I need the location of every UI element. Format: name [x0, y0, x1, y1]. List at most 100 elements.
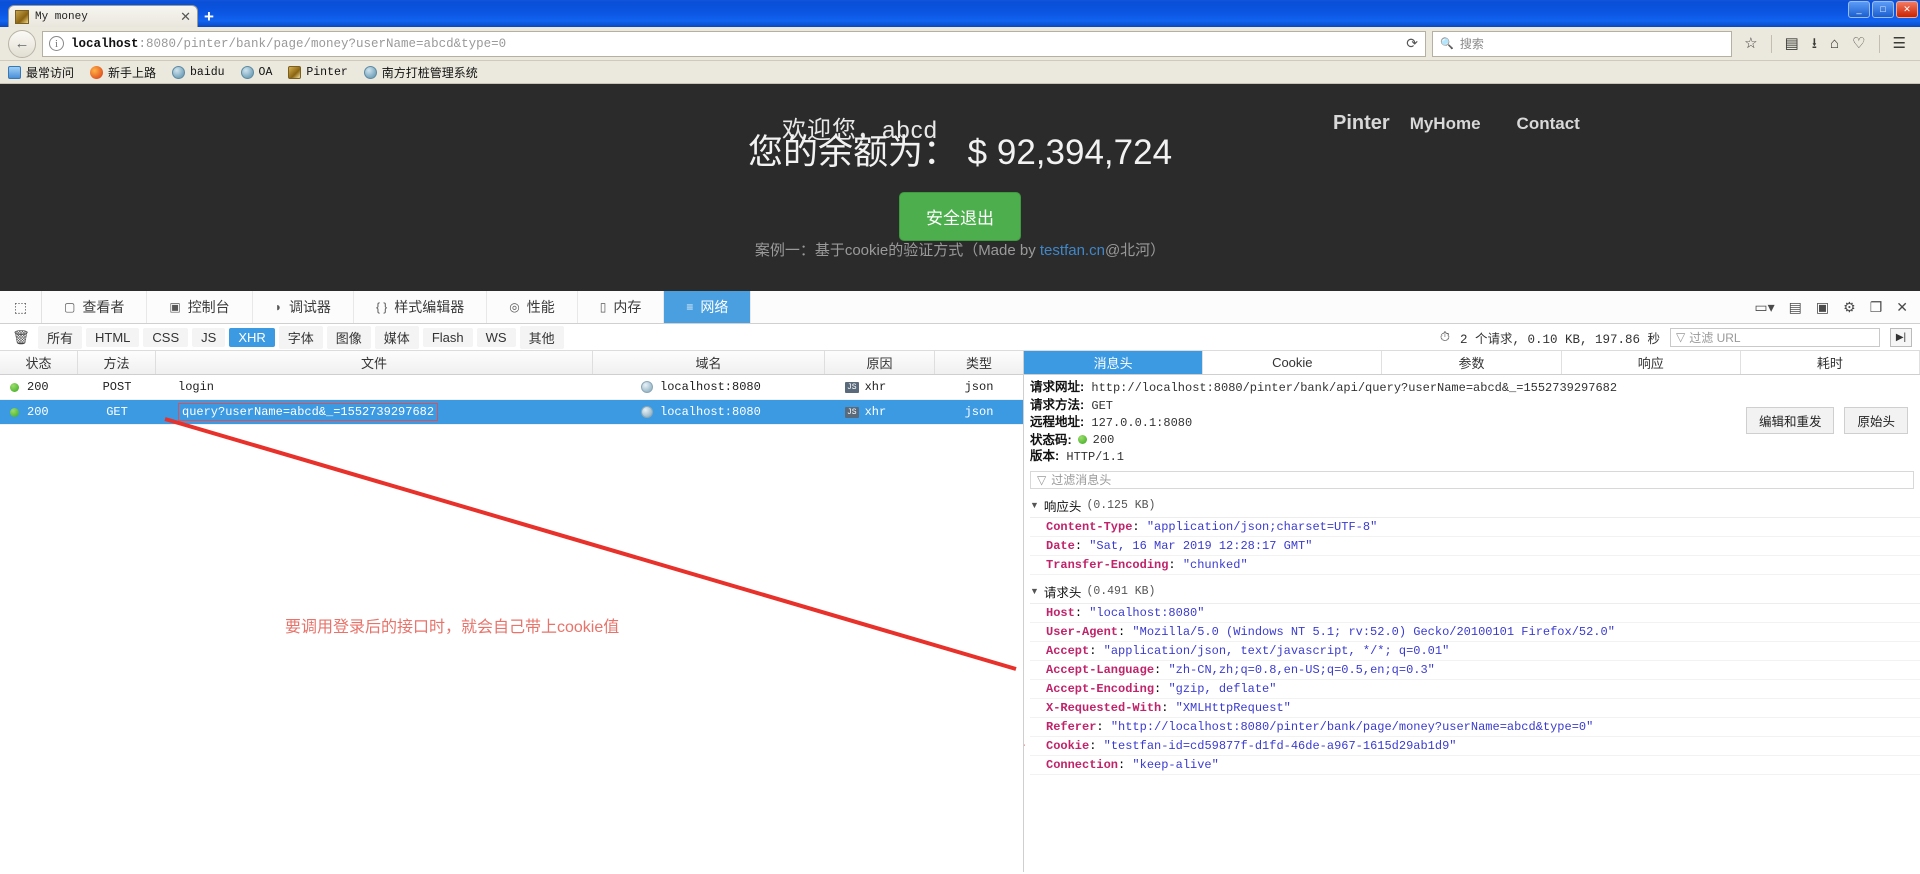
funnel-icon: ▽ — [1676, 330, 1686, 344]
browser-tab[interactable]: My money ✕ — [8, 5, 198, 27]
dock-side-icon[interactable]: ❐ — [1870, 299, 1883, 316]
detail-tab-timings[interactable]: 耗时 — [1741, 351, 1920, 374]
column-header-domain[interactable]: 域名 — [593, 351, 825, 374]
clear-requests-icon[interactable]: 🗑 — [8, 329, 34, 346]
filter-js[interactable]: JS — [192, 327, 226, 347]
row-file: login — [156, 375, 593, 399]
filter-ws[interactable]: WS — [476, 327, 516, 347]
table-row[interactable]: 200 GET query?userName=abcd&_=1552739297… — [0, 400, 1023, 425]
filter-headers-input[interactable]: ▽ 过滤消息头 — [1030, 470, 1914, 489]
pocket-icon[interactable]: ♡ — [1852, 36, 1865, 51]
raw-headers-button[interactable]: 原始头 — [1844, 407, 1908, 434]
devtools-tab-network[interactable]: ≡ 网络 — [664, 291, 752, 323]
filter-media[interactable]: 媒体 — [374, 325, 419, 349]
footer-prefix: 案例一：基于cookie的验证方式（Made by — [754, 242, 1040, 259]
devtools-tab-console[interactable]: ▣ 控制台 — [147, 291, 253, 323]
menu-icon[interactable]: ☰ — [1893, 36, 1906, 51]
detail-tab-headers[interactable]: 消息头 — [1024, 351, 1204, 374]
filter-image[interactable]: 图像 — [326, 325, 371, 349]
node-picker-icon[interactable]: ⬚ — [0, 291, 42, 323]
reload-icon[interactable]: ⟳ — [1403, 35, 1421, 53]
devtools-tab-style-editor[interactable]: { } 样式编辑器 — [354, 291, 488, 323]
console-icon: ▣ — [169, 300, 181, 314]
logout-button[interactable]: 安全退出 — [899, 192, 1021, 241]
bookmark-item[interactable]: baidu — [172, 65, 225, 79]
devtools-tab-memory[interactable]: ▯ 内存 — [578, 291, 665, 323]
minimize-button[interactable]: _ — [1848, 1, 1870, 18]
column-header-file[interactable]: 文件 — [156, 351, 593, 374]
url-filter-input[interactable]: ▽ 过滤 URL — [1670, 327, 1880, 347]
split-console-icon[interactable]: ▤ — [1789, 299, 1802, 316]
header-row: X-Requested-With: "XMLHttpRequest" — [1030, 699, 1920, 718]
new-tab-button[interactable]: + — [204, 8, 214, 25]
bookmark-item[interactable]: 新手上路 — [90, 64, 156, 81]
downloads-icon[interactable]: ⭳ — [1812, 36, 1817, 51]
column-header-cause[interactable]: 原因 — [825, 351, 935, 374]
filter-flash[interactable]: Flash — [422, 327, 473, 347]
detail-tab-response[interactable]: 响应 — [1562, 351, 1741, 374]
filter-other[interactable]: 其他 — [519, 325, 564, 349]
bookmark-item[interactable]: Pinter — [288, 65, 348, 79]
persist-logs-icon[interactable]: ▶| — [1890, 327, 1912, 347]
filter-font[interactable]: 字体 — [278, 325, 323, 349]
network-summary-area: ⏱ 2 个请求, 0.10 KB, 197.86 秒 ▽ 过滤 URL ▶| — [1439, 327, 1920, 347]
site-info-icon[interactable]: i — [49, 36, 64, 51]
responsive-design-icon[interactable]: ▭▾ — [1754, 299, 1774, 316]
globe-icon — [363, 65, 377, 79]
devtools-tab-performance[interactable]: ◎ 性能 — [487, 291, 578, 323]
detail-tab-cookies[interactable]: Cookie — [1203, 351, 1383, 374]
table-row[interactable]: 200 POST login localhost:8080 JS xhr json — [0, 375, 1023, 400]
column-header-method[interactable]: 方法 — [78, 351, 156, 374]
star-icon[interactable]: ☆ — [1744, 36, 1757, 51]
value: 200 — [1092, 432, 1115, 447]
footer-link[interactable]: testfan.cn — [1040, 242, 1105, 259]
header-name: User-Agent — [1046, 624, 1119, 639]
address-bar[interactable]: i localhost:8080/pinter/bank/page/money?… — [42, 30, 1427, 57]
colon: : — [1161, 700, 1176, 715]
bookmark-item[interactable]: 南方打桩管理系统 — [363, 64, 478, 81]
toolbar-divider — [1770, 34, 1772, 53]
dock-bottom-icon[interactable]: ▣ — [1816, 299, 1829, 316]
devtools-tab-inspector[interactable]: ▢ 查看者 — [42, 291, 148, 323]
search-placeholder: 搜索 — [1459, 37, 1484, 51]
inspector-icon: ▢ — [64, 300, 76, 314]
edit-and-resend-button[interactable]: 编辑和重发 — [1745, 407, 1835, 434]
group-title[interactable]: ▼ 请求头 (0.491 KB) — [1030, 580, 1920, 604]
header-name: Cookie — [1046, 738, 1090, 753]
row-cause: JS xhr — [825, 375, 935, 399]
filter-xhr[interactable]: XHR — [229, 327, 275, 347]
toolbar-divider — [1878, 34, 1880, 53]
maximize-button[interactable]: □ — [1872, 1, 1894, 18]
window-titlebar: My money ✕ + _ □ ✕ — [0, 0, 1920, 27]
filter-all[interactable]: 所有 — [38, 325, 83, 349]
status-ok-icon — [1077, 435, 1087, 445]
filter-css[interactable]: CSS — [143, 327, 189, 347]
group-title[interactable]: ▼ 响应头 (0.125 KB) — [1030, 494, 1920, 518]
column-header-type[interactable]: 类型 — [935, 351, 1023, 374]
debugger-icon: ◗ — [274, 300, 282, 314]
bookmark-item[interactable]: OA — [240, 65, 273, 79]
close-window-button[interactable]: ✕ — [1896, 1, 1918, 18]
back-button[interactable]: ← — [8, 29, 36, 58]
bookmark-label: Pinter — [306, 65, 348, 79]
filter-html[interactable]: HTML — [86, 327, 140, 347]
detail-actions: 编辑和重发 原始头 — [1745, 407, 1908, 434]
library-icon[interactable]: ▤ — [1785, 36, 1799, 51]
detail-tab-params[interactable]: 参数 — [1382, 351, 1562, 374]
settings-gear-icon[interactable]: ⚙ — [1843, 299, 1856, 316]
tab-favicon-icon — [15, 9, 29, 24]
search-box[interactable]: 🔍 搜索 — [1432, 30, 1733, 57]
home-icon[interactable]: ⌂ — [1830, 36, 1839, 51]
header-value: "application/json;charset=UTF-8" — [1146, 519, 1378, 534]
header-name: Accept-Language — [1046, 662, 1155, 677]
close-tab-icon[interactable]: ✕ — [176, 10, 191, 23]
close-devtools-icon[interactable]: ✕ — [1896, 299, 1908, 316]
devtools-tab-debugger[interactable]: ◗ 调试器 — [253, 291, 354, 323]
header-value: "testfan-id=cd59877f-d1fd-46de-a967-1615… — [1103, 738, 1457, 753]
header-row: Date: "Sat, 16 Mar 2019 12:28:17 GMT" — [1030, 537, 1920, 556]
column-header-status[interactable]: 状态 — [0, 351, 78, 374]
annotation-arrow — [164, 417, 1017, 671]
bookmark-item[interactable]: 最常访问 — [8, 64, 74, 81]
clock-icon: ⏱ — [1439, 329, 1450, 344]
bookmark-label: OA — [258, 65, 273, 79]
